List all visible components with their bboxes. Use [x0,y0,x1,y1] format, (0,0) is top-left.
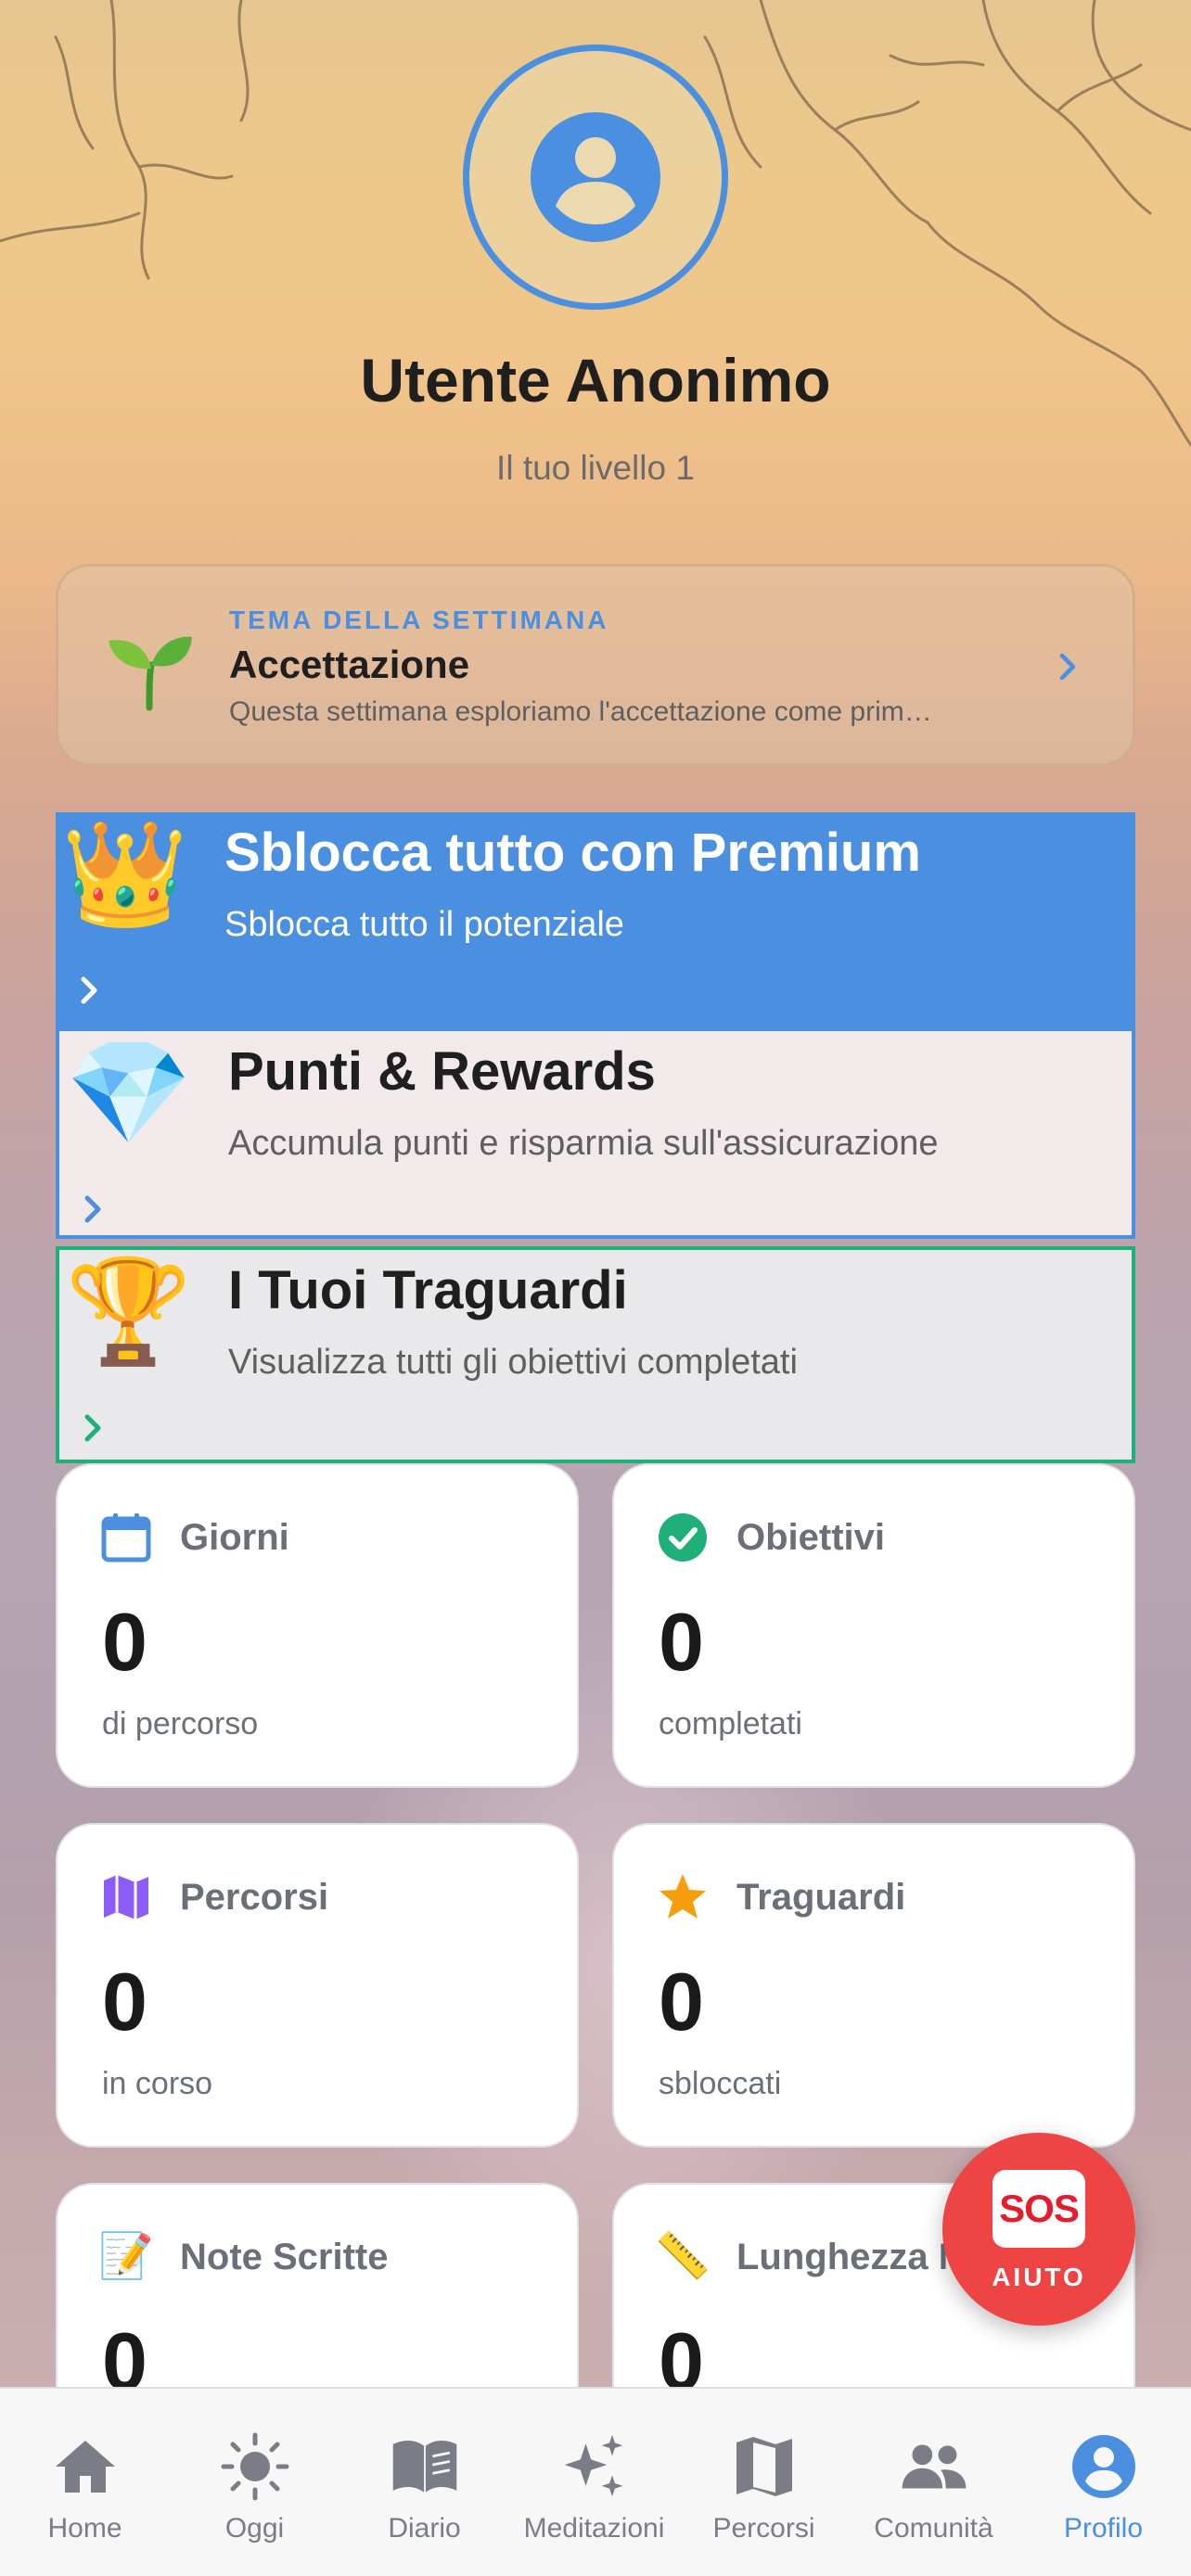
rewards-subtitle: Accumula punti e risparmia sull'assicura… [228,1124,939,1163]
chevron-right-icon [81,976,97,1004]
stat-value: 0 [102,1956,147,2047]
rewards-banner[interactable]: 💎 Punti & Rewards Accumula punti e rispa… [56,1027,1135,1239]
sun-icon [220,2431,290,2502]
stat-label: Traguardi [736,1877,906,1918]
home-icon [50,2431,121,2502]
seedling-icon [109,636,192,711]
calendar-icon [100,1511,152,1563]
book-icon [390,2431,460,2502]
premium-subtitle: Sblocca tutto il potenziale [224,905,624,944]
sos-icon: SOS [992,2170,1085,2248]
stat-label: Lunghezza M [736,2237,970,2277]
tab-home[interactable]: Home [0,2389,170,2544]
stat-value: 0 [659,1596,704,1688]
stat-card-paths[interactable]: Percorsi 0 in corso [56,1823,579,2148]
map-icon [100,1871,152,1923]
stat-label: Obiettivi [736,1517,886,1558]
crown-icon: 👑 [61,817,188,931]
stat-value: 0 [659,1956,704,2047]
tab-label: Diario [388,2513,461,2544]
tab-label: Percorsi [712,2513,815,2544]
people-icon [899,2431,969,2502]
theme-of-week-card[interactable]: TEMA DELLA SETTIMANA Accettazione Questa… [56,564,1135,766]
stat-sublabel: sbloccati [659,2066,782,2101]
bottom-tab-bar: Home Oggi Diario Meditazioni Percorsi Co… [0,2387,1191,2576]
tab-label: Profilo [1063,2513,1144,2544]
stat-card-goals[interactable]: Obiettivi 0 completati [612,1463,1135,1788]
avatar[interactable] [463,45,728,310]
profile-icon [1069,2431,1139,2502]
theme-title: Accettazione [229,643,470,686]
stat-card-days[interactable]: Giorni 0 di percorso [56,1463,579,1788]
check-circle-icon [657,1511,709,1563]
star-icon [657,1871,709,1923]
stat-sublabel: in corso [102,2066,213,2101]
chevron-right-icon [84,1414,101,1442]
stat-sublabel: di percorso [102,1706,259,1741]
map-icon [729,2431,800,2502]
tab-diary[interactable]: Diario [339,2389,509,2544]
stat-sublabel: completati [659,1706,802,1741]
profile-name: Utente Anonimo [360,346,831,414]
rewards-title: Punti & Rewards [228,1041,656,1102]
chevron-right-icon [84,1195,101,1223]
tab-label: Home [47,2513,122,2544]
tab-label: Comunità [874,2513,993,2544]
stat-card-milestones[interactable]: Traguardi 0 sbloccati [612,1823,1135,2148]
tab-paths[interactable]: Percorsi [679,2389,849,2544]
profile-level: Il tuo livello 1 [496,449,695,487]
tab-label: Meditazioni [523,2513,665,2544]
stat-value: 0 [102,1596,147,1688]
stat-label: Note Scritte [180,2237,389,2277]
tab-meditations[interactable]: Meditazioni [509,2389,679,2544]
theme-description: Questa settimana esploriamo l'accettazio… [229,696,932,727]
sos-button[interactable]: SOS AIUTO [942,2133,1135,2326]
achievements-subtitle: Visualizza tutti gli obiettivi completat… [228,1343,798,1382]
user-avatar-icon [531,112,660,242]
tab-community[interactable]: Comunità [849,2389,1018,2544]
premium-banner[interactable]: 👑 Sblocca tutto con Premium Sblocca tutt… [56,812,1135,1027]
stat-label: Percorsi [180,1877,329,1918]
trophy-icon: 🏆 [65,1255,192,1369]
sparkles-icon [559,2431,630,2502]
sos-badge-text: SOS [999,2187,1080,2230]
memo-icon: 📝 [98,2232,154,2281]
tab-today[interactable]: Oggi [170,2389,339,2544]
achievements-banner[interactable]: 🏆 I Tuoi Traguardi Visualizza tutti gli … [56,1246,1135,1463]
theme-eyebrow: TEMA DELLA SETTIMANA [229,606,609,634]
chevron-right-icon [1059,653,1076,681]
ruler-icon: 📏 [655,2232,711,2281]
tab-label: Oggi [224,2513,285,2544]
gem-icon: 💎 [65,1036,192,1150]
achievements-title: I Tuoi Traguardi [228,1260,628,1320]
stat-label: Giorni [180,1517,289,1558]
premium-title: Sblocca tutto con Premium [224,823,921,883]
sos-label: AIUTO [992,2263,1086,2291]
tab-profile[interactable]: Profilo [1018,2389,1188,2544]
